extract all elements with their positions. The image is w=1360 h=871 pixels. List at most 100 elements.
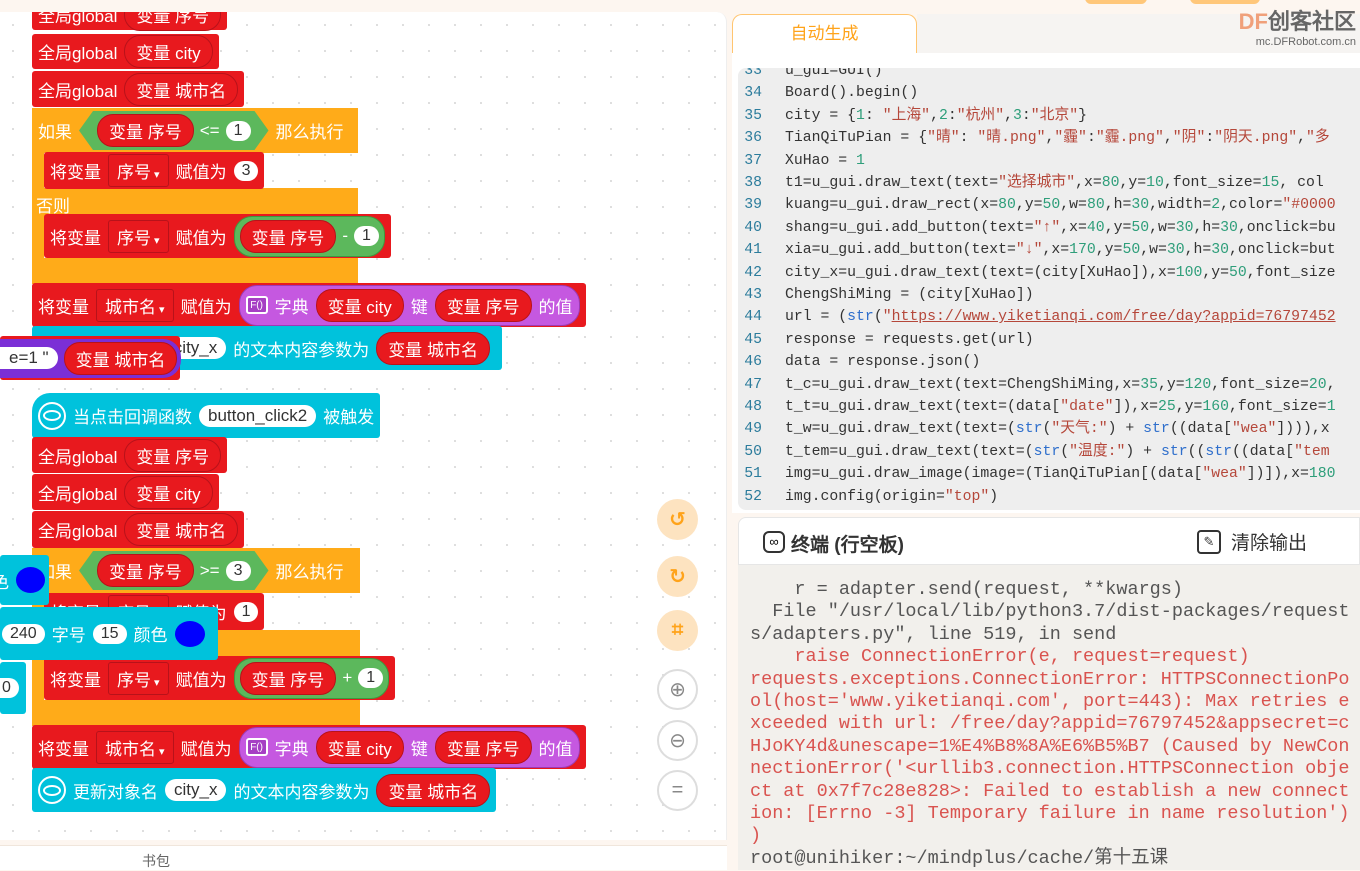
line-number: 52 (744, 488, 762, 505)
clear-output-label: 清除输出 (1231, 533, 1308, 554)
variable-dropdown[interactable]: 序号 (108, 154, 169, 187)
number-input[interactable]: 3 (226, 561, 251, 581)
terminal-line: raise ConnectionError(e, request=request… (750, 646, 1250, 668)
block-label: 的值 (538, 739, 573, 759)
join-text-block[interactable]: e=1 " 变量 城市名 (0, 336, 182, 380)
redo-button[interactable]: ↻ (657, 556, 698, 597)
crop-button[interactable]: ⌗ (657, 610, 698, 651)
set-variable-block[interactable]: 将变量序号赋值为 3 (44, 152, 265, 189)
global-block[interactable]: 全局global 变量 序号 (32, 437, 228, 473)
clear-output-button[interactable]: ✎ 清除输出 (1197, 528, 1307, 555)
callback-hat-block[interactable]: 当点击回调函数 button_click2 被触发 (32, 393, 381, 438)
variable-reporter[interactable]: 变量 城市名 (124, 72, 239, 106)
code-line: 38 t1=u_gui.draw_text(text="选择城市",x=80,y=… (738, 172, 1324, 194)
line-number: 36 (744, 130, 762, 147)
terminal-line: requests.exceptions.ConnectionError: HTT… (750, 668, 1350, 690)
variable-reporter[interactable]: 变量 序号 (239, 219, 337, 253)
variable-reporter[interactable]: 变量 序号 (124, 438, 222, 472)
add-block[interactable]: 变量 序号 +1 (233, 657, 390, 699)
variable-reporter[interactable]: 变量 city (315, 730, 404, 764)
zoom-out-button[interactable]: ⊖ (657, 720, 698, 761)
variable-dropdown[interactable]: 城市名 (96, 288, 174, 322)
global-block[interactable]: 全局global 变量 city (32, 474, 219, 510)
variable-reporter[interactable]: 变量 序号 (434, 730, 532, 764)
global-block[interactable]: 全局global 变量 城市名 (32, 511, 245, 548)
global-block[interactable]: 全局global 变量 序号 (32, 12, 228, 31)
variable-reporter[interactable]: 变量 序号 (124, 12, 222, 31)
variable-reporter[interactable]: 变量 城市名 (63, 341, 178, 375)
string-input[interactable]: e=1 " (0, 347, 58, 369)
number-input[interactable]: 1 (353, 226, 379, 246)
subtract-block[interactable]: 变量 序号 -1 (233, 215, 385, 257)
zoom-in-button[interactable]: ⊕ (657, 669, 698, 710)
dict-value-block[interactable]: F() 字典 变量 city 键变量 序号 的值 (238, 284, 580, 326)
tab-auto-generate[interactable]: 自动生成 (732, 14, 917, 53)
color-swatch[interactable] (16, 567, 45, 593)
terminal-line: ) (750, 825, 762, 847)
code-text: t_c=u_gui.draw_text(text=ChengShiMing,x=… (785, 376, 1336, 393)
draw-text-block-partial[interactable]: 色 (0, 555, 49, 605)
block-label: 全局global (38, 12, 118, 26)
code-line: 41 xia=u_gui.add_button(text="↓",x=170,y=… (738, 239, 1336, 261)
logo-df: DF (1238, 9, 1268, 34)
variable-reporter[interactable]: 变量 城市名 (376, 773, 491, 807)
draw-text-block-partial[interactable]: 240 字号 15 颜色 (0, 607, 218, 660)
terminal-line: r = adapter.send(request, **kwargs) (750, 579, 1183, 600)
code-line: 46 data = response.json() (738, 351, 980, 373)
zoom-out-icon: ⊖ (669, 730, 686, 752)
callback-icon (38, 401, 66, 430)
color-swatch[interactable] (174, 620, 205, 647)
code-text: u_gui=GUI() (785, 68, 883, 79)
update-text-block[interactable]: 更新对象名 city_x 的文本内容参数为 变量 城市名 (32, 768, 497, 812)
number-input[interactable]: 1 (233, 601, 259, 622)
if-else-block[interactable]: 如果 变量 序号 >= 3 那么执行 (32, 548, 360, 593)
variable-dropdown[interactable]: 城市名 (96, 730, 174, 764)
variable-reporter[interactable]: 变量 城市名 (376, 331, 490, 365)
variable-reporter[interactable]: 变量 序号 (97, 114, 194, 147)
variable-reporter[interactable]: 变量 序号 (97, 554, 194, 587)
compare-block[interactable]: 变量 序号 <= 1 (79, 111, 269, 150)
number-input[interactable]: 15 (92, 623, 127, 644)
set-variable-block[interactable]: 将变量城市名赋值为 F() 字典变量 city 键变量 序号的值 (32, 725, 586, 769)
block-label: 赋值为 (175, 670, 227, 690)
object-name-input[interactable]: city_x (165, 779, 227, 801)
if-else-block[interactable]: 如果 变量 序号 <= 1 那么执行 (32, 108, 358, 153)
number-input[interactable]: 3 (233, 160, 259, 181)
compare-block[interactable]: 变量 序号 >= 3 (79, 551, 269, 590)
variable-reporter[interactable]: 变量 序号 (239, 661, 337, 695)
block-workspace[interactable]: 全局global 变量 序号 全局global 变量 city 全局global 变量… (0, 12, 727, 840)
set-variable-block[interactable]: 将变量序号赋值为变量 序号 +1 (44, 656, 396, 700)
variable-reporter[interactable]: 变量 城市名 (124, 513, 239, 546)
draw-block-partial[interactable]: 0 (0, 662, 26, 714)
variable-dropdown[interactable]: 序号 (108, 219, 169, 253)
undo-button[interactable]: ↺ (657, 499, 698, 540)
code-text: xia=u_gui.add_button(text="↓",x=170,y=50… (785, 242, 1336, 259)
line-number: 44 (744, 309, 762, 326)
variable-dropdown[interactable]: 序号 (108, 661, 169, 695)
block-label: 将变量 (50, 228, 101, 248)
variable-reporter[interactable]: 变量 序号 (434, 288, 532, 322)
variable-reporter[interactable]: 变量 city (124, 475, 213, 509)
join-reporter[interactable]: e=1 " 变量 城市名 (0, 338, 182, 378)
callback-name-input[interactable]: button_click2 (199, 404, 317, 427)
global-block[interactable]: 全局global 变量 城市名 (32, 71, 245, 107)
variable-reporter[interactable]: 变量 city (124, 35, 213, 68)
number-input[interactable]: 0 (0, 678, 19, 698)
variable-reporter[interactable]: 变量 city (315, 288, 404, 322)
global-block[interactable]: 全局global 变量 city (32, 34, 219, 69)
terminal-output[interactable]: r = adapter.send(request, **kwargs) File… (738, 565, 1360, 870)
code-line: 45 response = requests.get(url) (738, 329, 1033, 351)
code-text: ChengShiMing = (city[XuHao]) (785, 287, 1034, 303)
number-input[interactable]: 1 (358, 668, 384, 688)
dict-value-block[interactable]: F() 字典 变量 city 键变量 序号 的值 (238, 726, 580, 768)
code-editor[interactable]: 33 u_gui=GUI() 34 Board().begin() 35 city = {… (738, 68, 1360, 510)
backpack-bar[interactable]: 书包 (0, 845, 727, 870)
set-variable-block[interactable]: 将变量序号赋值为变量 序号-1 (44, 214, 391, 258)
number-input[interactable]: 1 (226, 121, 251, 141)
backpack-label: 书包 (142, 853, 170, 869)
code-text: Board().begin() (785, 85, 919, 102)
number-input[interactable]: 240 (2, 623, 45, 644)
set-variable-block[interactable]: 将变量城市名赋值为 F() 字典变量 city 键变量 序号的值 (32, 283, 586, 327)
top-toolbar-button[interactable] (1085, 0, 1147, 4)
reset-zoom-button[interactable]: = (657, 770, 698, 811)
